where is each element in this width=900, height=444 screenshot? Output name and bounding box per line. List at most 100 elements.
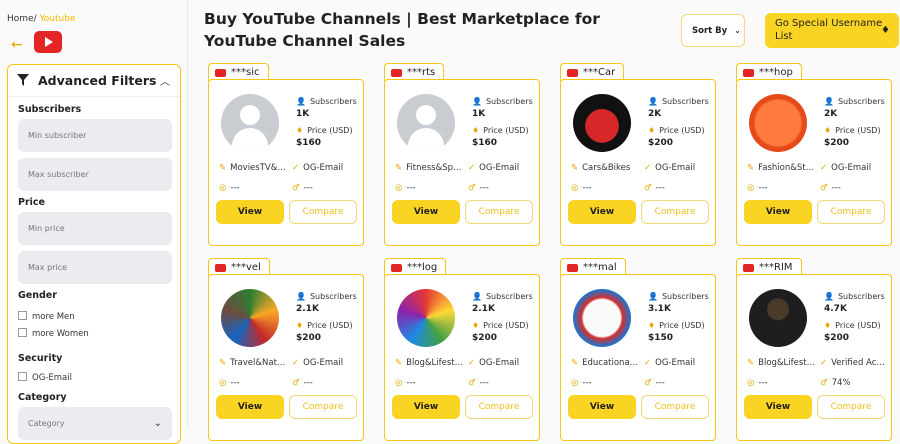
price-text: Price (USD) [835, 126, 881, 135]
category-info: ✎ Blog&Lifest… [747, 358, 822, 368]
channel-card-body: 👤 Subscribers 2.1K ♦ Price (USD) $200 ✎ Travel&… [208, 274, 364, 441]
min-subscriber-input[interactable]: Min subscriber [18, 119, 172, 152]
subscribers-text: Subscribers [309, 292, 357, 301]
channel-name: ***RIM [759, 262, 793, 273]
diamond-icon: ♦ [824, 321, 832, 330]
compare-button[interactable]: Compare [465, 395, 533, 419]
channel-card: ***RIM 👤 Subscribers 4.7K ♦ Price (USD) $200 ✎ B… [736, 258, 892, 443]
category-select[interactable]: Category ⌄ [18, 407, 172, 440]
view-button[interactable]: View [568, 395, 636, 419]
price-text: Price (USD) [483, 321, 529, 330]
checkbox-icon[interactable] [18, 372, 27, 381]
security-value: OG-Email [655, 163, 696, 173]
diamond-icon: ♦ [824, 126, 832, 135]
gender-value: --- [479, 183, 489, 193]
subscribers-label: 👤 Subscribers [296, 292, 357, 301]
security-value: Verified Ac… [831, 358, 885, 368]
checkbox-icon[interactable] [18, 311, 27, 320]
subscribers-value: 2.1K [472, 304, 495, 314]
globe-icon: ◎ [747, 183, 755, 193]
subscribers-label: 👤 Subscribers [472, 97, 533, 106]
gender-men-checkbox[interactable]: more Men [18, 311, 75, 322]
price-value: $200 [824, 333, 850, 343]
security-info: ✓ OG-Email [820, 163, 890, 173]
compare-button[interactable]: Compare [465, 200, 533, 224]
subscribers-value: 1K [472, 109, 486, 119]
channel-card: ***log 👤 Subscribers 2.1K ♦ Price (USD) $200 ✎ B… [384, 258, 540, 443]
age-info: ◎ --- [219, 378, 289, 388]
tag-icon: ✎ [395, 163, 403, 173]
min-price-input[interactable]: Min price [18, 212, 172, 245]
compare-button[interactable]: Compare [641, 200, 709, 224]
special-username-button[interactable]: Go Special Username List ♦ [765, 13, 899, 48]
view-button[interactable]: View [216, 395, 284, 419]
security-og-checkbox[interactable]: OG-Email [18, 372, 72, 383]
view-button[interactable]: View [568, 200, 636, 224]
security-label: Security [18, 353, 63, 364]
age-info: ◎ --- [219, 183, 289, 193]
compare-button[interactable]: Compare [641, 395, 709, 419]
age-value: --- [406, 378, 416, 388]
channel-name: ***hop [759, 67, 793, 78]
diamond-icon: ♦ [296, 321, 304, 330]
thumbs-up-icon: ✓ [292, 163, 300, 173]
compare-button[interactable]: Compare [289, 395, 357, 419]
compare-button[interactable]: Compare [817, 395, 885, 419]
subscribers-label: 👤 Subscribers [648, 292, 709, 301]
breadcrumb-home[interactable]: Home [7, 14, 34, 24]
category-info: ✎ Fitness&Sp… [395, 163, 470, 173]
view-button[interactable]: View [392, 200, 460, 224]
compare-button[interactable]: Compare [289, 200, 357, 224]
price-label: ♦ Price (USD) [824, 321, 881, 330]
subscribers-text: Subscribers [837, 292, 885, 301]
gender-info: ♂ --- [644, 378, 714, 388]
view-button[interactable]: View [216, 200, 284, 224]
subscribers-label: 👤 Subscribers [296, 97, 357, 106]
funnel-icon [17, 74, 29, 86]
back-arrow-icon[interactable]: ← [11, 37, 23, 53]
subscribers-label: 👤 Subscribers [648, 97, 709, 106]
thumbs-up-icon: ✓ [644, 163, 652, 173]
channel-name: ***rts [407, 67, 436, 78]
tag-icon: ✎ [219, 163, 227, 173]
price-label: ♦ Price (USD) [472, 126, 529, 135]
thumbs-up-icon: ✓ [468, 163, 476, 173]
price-text: Price (USD) [307, 126, 353, 135]
diamond-icon: ♦ [472, 126, 480, 135]
view-button[interactable]: View [392, 395, 460, 419]
price-text: Price (USD) [835, 321, 881, 330]
chevron-up-icon[interactable]: ︿ [160, 73, 170, 88]
diamond-icon: ♦ [648, 321, 656, 330]
security-info: ✓ Verified Ac… [820, 358, 890, 368]
thumbs-up-icon: ✓ [468, 358, 476, 368]
view-button[interactable]: View [744, 200, 812, 224]
gender-women-checkbox[interactable]: more Women [18, 328, 89, 339]
subscribers-text: Subscribers [661, 292, 709, 301]
view-button[interactable]: View [744, 395, 812, 419]
chevron-down-icon: ⌄ [734, 26, 741, 35]
age-info: ◎ --- [395, 183, 465, 193]
gender-value: --- [303, 378, 313, 388]
gender-icon: ♂ [468, 183, 476, 193]
price-value: $200 [472, 333, 498, 343]
category-info: ✎ Fashion&St… [747, 163, 822, 173]
price-label: Price [18, 197, 45, 208]
category-select-value: Category [28, 419, 65, 428]
subscribers-label: 👤 Subscribers [824, 97, 885, 106]
advanced-filters-header[interactable]: Advanced Filters ︿ [8, 65, 180, 97]
age-info: ◎ --- [747, 183, 817, 193]
max-price-input[interactable]: Max price [18, 251, 172, 284]
gender-icon: ♂ [292, 378, 300, 388]
checkbox-icon[interactable] [18, 328, 27, 337]
compare-button[interactable]: Compare [817, 200, 885, 224]
tag-icon: ✎ [747, 358, 755, 368]
max-subscriber-input[interactable]: Max subscriber [18, 158, 172, 191]
channel-card-body: 👤 Subscribers 2.1K ♦ Price (USD) $200 ✎ Blog&Li… [384, 274, 540, 441]
channel-card: ***rts 👤 Subscribers 1K ♦ Price (USD) $160 ✎ Fit… [384, 63, 540, 248]
gender-value: 74% [831, 378, 851, 388]
category-label: Category [18, 392, 67, 403]
sort-by-dropdown[interactable]: Sort By ⌄ [681, 14, 745, 47]
security-info: ✓ OG-Email [468, 163, 538, 173]
age-value: --- [230, 183, 240, 193]
gender-value: --- [831, 183, 841, 193]
